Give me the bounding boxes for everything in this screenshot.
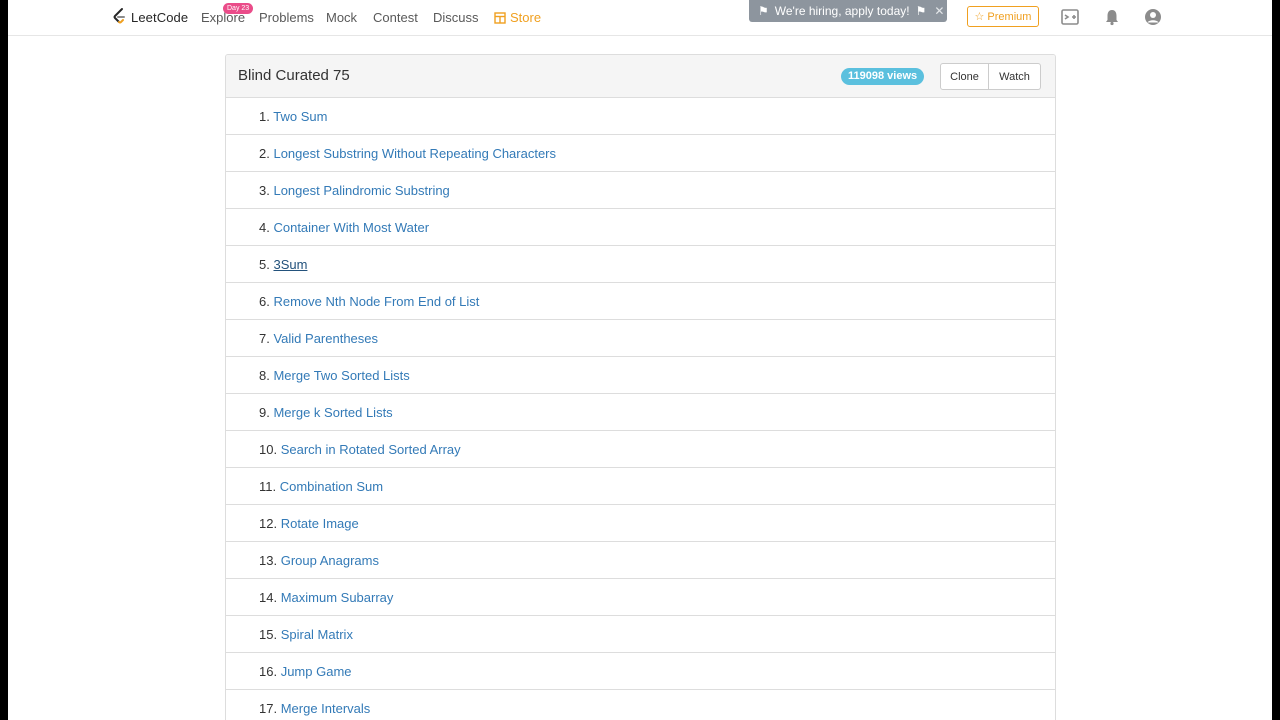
- problem-number: 13.: [259, 553, 278, 568]
- problem-number: 11.: [259, 479, 277, 494]
- nav-problems[interactable]: Problems: [259, 10, 314, 25]
- playground-icon[interactable]: [1061, 8, 1079, 26]
- problem-link[interactable]: Longest Palindromic Substring: [273, 183, 449, 198]
- problem-link[interactable]: Search in Rotated Sorted Array: [281, 442, 461, 457]
- store-icon: [494, 11, 506, 24]
- list-item: 15. Spiral Matrix: [226, 616, 1055, 653]
- leetcode-logo-link[interactable]: LeetCode: [111, 6, 188, 28]
- problem-link[interactable]: Merge k Sorted Lists: [273, 405, 392, 420]
- problem-number: 14.: [259, 590, 278, 605]
- hiring-banner-text: We're hiring, apply today!: [774, 4, 910, 18]
- close-icon[interactable]: ✕: [934, 0, 944, 22]
- list-title: Blind Curated 75: [238, 67, 350, 84]
- problem-number: 10.: [259, 442, 278, 457]
- problem-number: 3.: [259, 183, 270, 198]
- star-icon: ☆: [974, 11, 985, 23]
- flag-icon: ⚑: [758, 4, 769, 18]
- nav-store-label: Store: [510, 10, 542, 25]
- hiring-banner[interactable]: ⚑ We're hiring, apply today! ⚑ ✕: [749, 0, 947, 22]
- list-item: 17. Merge Intervals: [226, 690, 1055, 720]
- views-badge: 119098 views: [841, 68, 925, 85]
- premium-label: Premium: [987, 10, 1032, 23]
- problem-number: 16.: [259, 664, 278, 679]
- problem-link[interactable]: Two Sum: [273, 109, 327, 124]
- problem-link[interactable]: Valid Parentheses: [273, 331, 378, 346]
- screen-border-right: [1272, 0, 1280, 720]
- panel-heading: Blind Curated 75 119098 views Clone Watc…: [226, 55, 1055, 98]
- nav-discuss[interactable]: Discuss: [433, 10, 479, 25]
- problem-link[interactable]: Merge Intervals: [281, 701, 371, 716]
- list-actions: Clone Watch: [940, 63, 1041, 90]
- problem-link[interactable]: Maximum Subarray: [281, 590, 394, 605]
- problem-link[interactable]: Spiral Matrix: [281, 627, 353, 642]
- problem-number: 4.: [259, 220, 270, 235]
- leetcode-logo-icon: [113, 8, 125, 24]
- favorite-list-panel: Blind Curated 75 119098 views Clone Watc…: [225, 54, 1056, 720]
- problem-number: 8.: [259, 368, 270, 383]
- clone-button[interactable]: Clone: [940, 63, 989, 90]
- problem-link[interactable]: Combination Sum: [280, 479, 383, 494]
- top-navbar: LeetCode Explore Day 23 Problems Mock Co…: [8, 0, 1272, 36]
- problem-number: 6.: [259, 294, 270, 309]
- problem-number: 7.: [259, 331, 270, 346]
- list-item: 12. Rotate Image: [226, 505, 1055, 542]
- problem-number: 9.: [259, 405, 270, 420]
- problem-link[interactable]: 3Sum: [273, 257, 307, 272]
- problem-link[interactable]: Container With Most Water: [273, 220, 429, 235]
- watch-button[interactable]: Watch: [989, 63, 1041, 90]
- list-item: 7. Valid Parentheses: [226, 320, 1055, 357]
- problem-link[interactable]: Group Anagrams: [281, 553, 379, 568]
- problem-list: 1. Two Sum 2. Longest Substring Without R…: [226, 98, 1055, 720]
- problem-link[interactable]: Jump Game: [281, 664, 352, 679]
- bell-icon[interactable]: [1103, 8, 1121, 26]
- nav-mock[interactable]: Mock: [326, 10, 357, 25]
- problem-link[interactable]: Longest Substring Without Repeating Char…: [273, 146, 556, 161]
- problem-link[interactable]: Remove Nth Node From End of List: [273, 294, 479, 309]
- problem-number: 1.: [259, 109, 270, 124]
- list-item: 4. Container With Most Water: [226, 209, 1055, 246]
- screen-border-left: [0, 0, 8, 720]
- problem-link[interactable]: Merge Two Sorted Lists: [273, 368, 409, 383]
- list-item: 10. Search in Rotated Sorted Array: [226, 431, 1055, 468]
- list-item: 14. Maximum Subarray: [226, 579, 1055, 616]
- list-item: 3. Longest Palindromic Substring: [226, 172, 1055, 209]
- explore-day-badge: Day 23: [223, 3, 254, 14]
- problem-number: 2.: [259, 146, 270, 161]
- problem-number: 17.: [259, 701, 278, 716]
- list-item: 9. Merge k Sorted Lists: [226, 394, 1055, 431]
- list-item: 13. Group Anagrams: [226, 542, 1055, 579]
- list-item: 1. Two Sum: [226, 98, 1055, 135]
- list-item: 11. Combination Sum: [226, 468, 1055, 505]
- nav-store[interactable]: Store: [494, 10, 541, 25]
- premium-button[interactable]: ☆ Premium: [967, 6, 1039, 27]
- problem-number: 15.: [259, 627, 278, 642]
- list-item: 2. Longest Substring Without Repeating C…: [226, 135, 1055, 172]
- brand-name: LeetCode: [131, 9, 189, 25]
- problem-number: 5.: [259, 257, 270, 272]
- list-item: 16. Jump Game: [226, 653, 1055, 690]
- list-item: 8. Merge Two Sorted Lists: [226, 357, 1055, 394]
- flag-icon: ⚑: [915, 4, 927, 18]
- nav-contest[interactable]: Contest: [373, 10, 418, 25]
- list-item: 5. 3Sum: [226, 246, 1055, 283]
- problem-link[interactable]: Rotate Image: [281, 516, 359, 531]
- problem-number: 12.: [259, 516, 278, 531]
- user-avatar-icon[interactable]: [1144, 8, 1162, 26]
- list-item: 6. Remove Nth Node From End of List: [226, 283, 1055, 320]
